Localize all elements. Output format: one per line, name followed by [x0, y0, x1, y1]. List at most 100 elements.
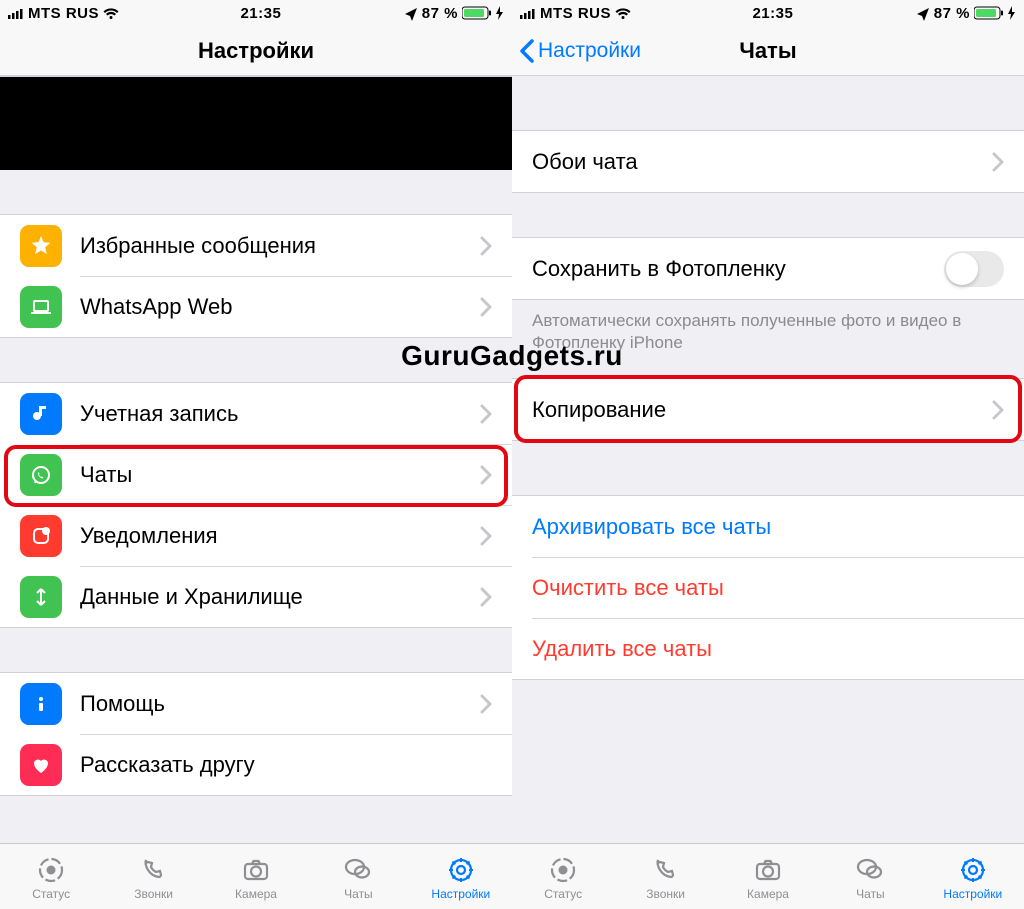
settings-icon: [958, 855, 988, 885]
back-button[interactable]: Настройки: [518, 26, 641, 75]
charging-icon: [496, 6, 504, 20]
account-row[interactable]: Учетная запись: [0, 383, 512, 444]
chat-wallpaper-row[interactable]: Обои чата: [512, 131, 1024, 192]
whatsapp-icon: [20, 454, 62, 496]
help-row[interactable]: Помощь: [0, 673, 512, 734]
carrier-label: MTS RUS: [540, 5, 611, 22]
phone-icon: [651, 855, 681, 885]
page-title: Настройки: [198, 38, 314, 64]
archive-all-row[interactable]: Архивировать все чаты: [512, 496, 1024, 557]
tab-phone[interactable]: Звонки: [102, 855, 204, 901]
save-photo-group: Сохранить в Фотопленку: [512, 237, 1024, 300]
page-title: Чаты: [739, 38, 796, 64]
phone-icon: [139, 855, 169, 885]
tab-status[interactable]: Статус: [512, 855, 614, 901]
notifications-row[interactable]: Уведомления: [0, 505, 512, 566]
chevron-icon: [480, 587, 492, 607]
whatsapp-web-label: WhatsApp Web: [80, 294, 480, 320]
chats-settings-content[interactable]: Обои чата Сохранить в Фотопленку Автомат…: [512, 76, 1024, 843]
tab-camera[interactable]: Камера: [205, 855, 307, 901]
save-photo-footer: Автоматически сохранять полученные фото …: [512, 300, 1024, 354]
notification-icon: [20, 515, 62, 557]
settings-group-1: Избранные сообщения WhatsApp Web: [0, 214, 512, 338]
save-camera-roll-toggle[interactable]: [944, 251, 1004, 287]
starred-messages-label: Избранные сообщения: [80, 233, 480, 259]
chevron-icon: [480, 404, 492, 424]
chat-backup-row[interactable]: Копирование: [512, 379, 1024, 440]
nav-bar: Настройки: [0, 26, 512, 76]
data-storage-row[interactable]: Данные и Хранилище: [0, 566, 512, 627]
wifi-icon: [103, 7, 119, 19]
status-bar: MTS RUS 21:35 87 %: [0, 0, 512, 26]
tab-label: Настройки: [943, 887, 1002, 901]
nav-bar: Настройки Чаты: [512, 26, 1024, 76]
profile-row[interactable]: [0, 76, 512, 170]
heart-icon: [20, 744, 62, 786]
tab-phone[interactable]: Звонки: [614, 855, 716, 901]
chevron-icon: [480, 465, 492, 485]
tab-label: Камера: [747, 887, 789, 901]
help-label: Помощь: [80, 691, 480, 717]
settings-content[interactable]: Избранные сообщения WhatsApp Web Учетная…: [0, 76, 512, 843]
tab-label: Звонки: [134, 887, 173, 901]
battery-icon: [462, 6, 492, 20]
status-icon: [36, 855, 66, 885]
clear-all-label: Очистить все чаты: [532, 575, 724, 601]
battery-pct: 87 %: [934, 5, 970, 22]
location-icon: [403, 6, 418, 21]
data-icon: [20, 576, 62, 618]
chats-settings-screen: MTS RUS 21:35 87 % Настройки Чаты Обои ч…: [512, 0, 1024, 909]
tab-chats[interactable]: Чаты: [819, 855, 921, 901]
chevron-icon: [480, 236, 492, 256]
tab-camera[interactable]: Камера: [717, 855, 819, 901]
backup-group: Копирование: [512, 378, 1024, 441]
save-camera-roll-row[interactable]: Сохранить в Фотопленку: [512, 238, 1024, 299]
tab-chats[interactable]: Чаты: [307, 855, 409, 901]
archive-all-label: Архивировать все чаты: [532, 514, 771, 540]
clear-all-row[interactable]: Очистить все чаты: [512, 557, 1024, 618]
back-chevron-icon: [518, 38, 536, 64]
starred-messages-row[interactable]: Избранные сообщения: [0, 215, 512, 276]
tab-settings[interactable]: Настройки: [410, 855, 512, 901]
whatsapp-web-row[interactable]: WhatsApp Web: [0, 276, 512, 337]
chat-wallpaper-label: Обои чата: [532, 149, 992, 175]
notifications-label: Уведомления: [80, 523, 480, 549]
wifi-icon: [615, 7, 631, 19]
data-storage-label: Данные и Хранилище: [80, 584, 480, 610]
status-icon: [548, 855, 578, 885]
account-label: Учетная запись: [80, 401, 480, 427]
tab-label: Настройки: [431, 887, 490, 901]
tab-label: Статус: [544, 887, 582, 901]
settings-group-2: Учетная запись Чаты Уведомления Данные и…: [0, 382, 512, 628]
tab-bar: Статус Звонки Камера Чаты Настройки: [0, 843, 512, 909]
tab-label: Чаты: [856, 887, 885, 901]
signal-icon: [520, 7, 536, 19]
camera-icon: [753, 855, 783, 885]
battery-pct: 87 %: [422, 5, 458, 22]
tell-friend-row[interactable]: Рассказать другу: [0, 734, 512, 795]
tab-label: Камера: [235, 887, 277, 901]
tab-label: Звонки: [646, 887, 685, 901]
tab-label: Статус: [32, 887, 70, 901]
delete-all-row[interactable]: Удалить все чаты: [512, 618, 1024, 679]
chat-backup-label: Копирование: [532, 397, 992, 423]
chats-row[interactable]: Чаты: [0, 444, 512, 505]
wallpaper-group: Обои чата: [512, 130, 1024, 193]
tab-status[interactable]: Статус: [0, 855, 102, 901]
chevron-icon: [480, 694, 492, 714]
camera-icon: [241, 855, 271, 885]
tab-bar: Статус Звонки Камера Чаты Настройки: [512, 843, 1024, 909]
key-icon: [20, 393, 62, 435]
save-camera-roll-label: Сохранить в Фотопленку: [532, 256, 944, 282]
chevron-icon: [992, 400, 1004, 420]
tab-settings[interactable]: Настройки: [922, 855, 1024, 901]
status-bar: MTS RUS 21:35 87 %: [512, 0, 1024, 26]
chats-icon: [855, 855, 885, 885]
back-label: Настройки: [538, 39, 641, 63]
charging-icon: [1008, 6, 1016, 20]
chats-icon: [343, 855, 373, 885]
delete-all-label: Удалить все чаты: [532, 636, 712, 662]
carrier-label: MTS RUS: [28, 5, 99, 22]
chevron-icon: [480, 526, 492, 546]
chevron-icon: [992, 152, 1004, 172]
